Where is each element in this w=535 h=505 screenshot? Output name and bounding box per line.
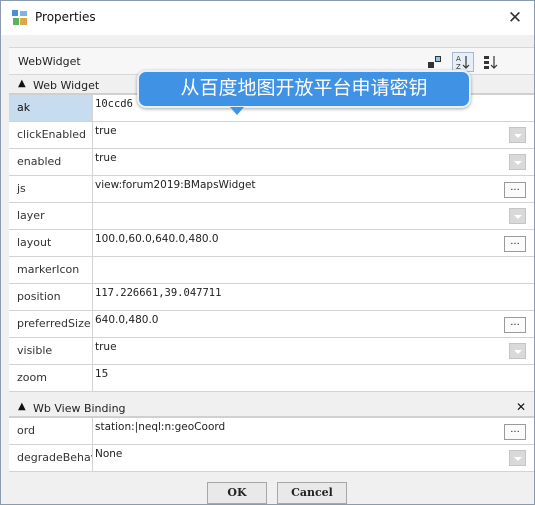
ellipsis-button[interactable]: ... bbox=[504, 236, 526, 252]
property-label: zoom bbox=[9, 365, 93, 391]
sort-category-icon[interactable] bbox=[480, 52, 502, 72]
property-label: degradeBehav bbox=[9, 445, 93, 471]
dropdown-arrow-icon[interactable] bbox=[509, 343, 526, 359]
dropdown-arrow-icon[interactable] bbox=[509, 154, 526, 170]
property-label: js bbox=[9, 176, 93, 202]
property-label: position bbox=[9, 284, 93, 310]
property-value-preferredsize[interactable]: 640.0,480.0 bbox=[95, 314, 158, 326]
sort-alpha-icon[interactable]: A Z bbox=[452, 52, 474, 72]
section-title: Wb View Binding bbox=[33, 402, 126, 415]
property-value-visible[interactable]: true bbox=[95, 341, 117, 353]
section-title: Web Widget bbox=[33, 79, 100, 92]
property-row-degradebehavior[interactable]: degradeBehav None bbox=[9, 445, 534, 472]
collapse-arrow-icon[interactable]: ▲ bbox=[18, 78, 26, 89]
dropdown-arrow-icon[interactable] bbox=[509, 127, 526, 143]
property-row-enabled[interactable]: enabled true bbox=[9, 149, 534, 176]
property-row-clickenabled[interactable]: clickEnabled true bbox=[9, 122, 534, 149]
property-row-markericon[interactable]: markerIcon bbox=[9, 257, 534, 284]
property-label: clickEnabled bbox=[9, 122, 93, 148]
property-grid-wb-view-binding: ord station:|neql:n:geoCoord ... degrade… bbox=[9, 417, 534, 472]
component-name: WebWidget bbox=[18, 55, 81, 68]
property-label: visible bbox=[9, 338, 93, 364]
property-row-zoom[interactable]: zoom 15 bbox=[9, 365, 534, 392]
dialog-footer: OK Cancel bbox=[9, 480, 534, 504]
cancel-button[interactable]: Cancel bbox=[277, 482, 347, 504]
property-value-js[interactable]: view:forum2019:BMapsWidget bbox=[95, 179, 256, 191]
collapse-arrow-icon[interactable]: ▲ bbox=[18, 401, 26, 412]
callout-tail bbox=[230, 107, 244, 115]
section-header-wb-view-binding[interactable]: ▲ Wb View Binding ✕ bbox=[9, 400, 534, 417]
remove-section-icon[interactable]: ✕ bbox=[516, 400, 526, 414]
ok-button[interactable]: OK bbox=[207, 482, 267, 504]
close-icon[interactable]: ✕ bbox=[504, 7, 526, 29]
property-label: layer bbox=[9, 203, 93, 229]
property-row-position[interactable]: position 117.226661,39.047711 bbox=[9, 284, 534, 311]
ellipsis-button[interactable]: ... bbox=[504, 424, 526, 440]
properties-dialog: Properties ✕ WebWidget A Z ▲ Web Widget … bbox=[0, 0, 535, 505]
property-label: markerIcon bbox=[9, 257, 93, 283]
property-grid-web-widget: ak 10ccd6 clickEnabled true enabled true… bbox=[9, 94, 534, 392]
property-value-clickenabled[interactable]: true bbox=[95, 125, 117, 137]
property-row-js[interactable]: js view:forum2019:BMapsWidget ... bbox=[9, 176, 534, 203]
property-label: enabled bbox=[9, 149, 93, 175]
property-row-preferredsize[interactable]: preferredSize 640.0,480.0 ... bbox=[9, 311, 534, 338]
property-value-ak[interactable]: 10ccd6 bbox=[95, 98, 133, 110]
property-row-layout[interactable]: layout 100.0,60.0,640.0,480.0 ... bbox=[9, 230, 534, 257]
property-row-layer[interactable]: layer bbox=[9, 203, 534, 230]
properties-app-icon bbox=[12, 10, 28, 26]
ellipsis-button[interactable]: ... bbox=[504, 182, 526, 198]
property-value-enabled[interactable]: true bbox=[95, 152, 117, 164]
property-value-zoom[interactable]: 15 bbox=[95, 368, 108, 380]
property-label: ak bbox=[9, 95, 93, 121]
svg-text:A: A bbox=[456, 55, 461, 63]
property-label: ord bbox=[9, 418, 93, 444]
window-title: Properties bbox=[35, 10, 96, 24]
properties-icon[interactable] bbox=[424, 52, 446, 72]
property-label: preferredSize bbox=[9, 311, 93, 337]
dropdown-arrow-icon[interactable] bbox=[509, 208, 526, 224]
property-label: layout bbox=[9, 230, 93, 256]
property-value-degradebehavior[interactable]: None bbox=[95, 448, 122, 460]
dropdown-arrow-icon[interactable] bbox=[509, 450, 526, 466]
ellipsis-button[interactable]: ... bbox=[504, 317, 526, 333]
property-value-layout[interactable]: 100.0,60.0,640.0,480.0 bbox=[95, 233, 219, 245]
property-value-position[interactable]: 117.226661,39.047711 bbox=[95, 287, 221, 299]
property-value-ord[interactable]: station:|neql:n:geoCoord bbox=[95, 421, 225, 433]
property-row-visible[interactable]: visible true bbox=[9, 338, 534, 365]
property-row-ord[interactable]: ord station:|neql:n:geoCoord ... bbox=[9, 418, 534, 445]
title-bar: Properties ✕ bbox=[1, 1, 534, 35]
callout-tooltip: 从百度地图开放平台申请密钥 bbox=[137, 70, 471, 108]
